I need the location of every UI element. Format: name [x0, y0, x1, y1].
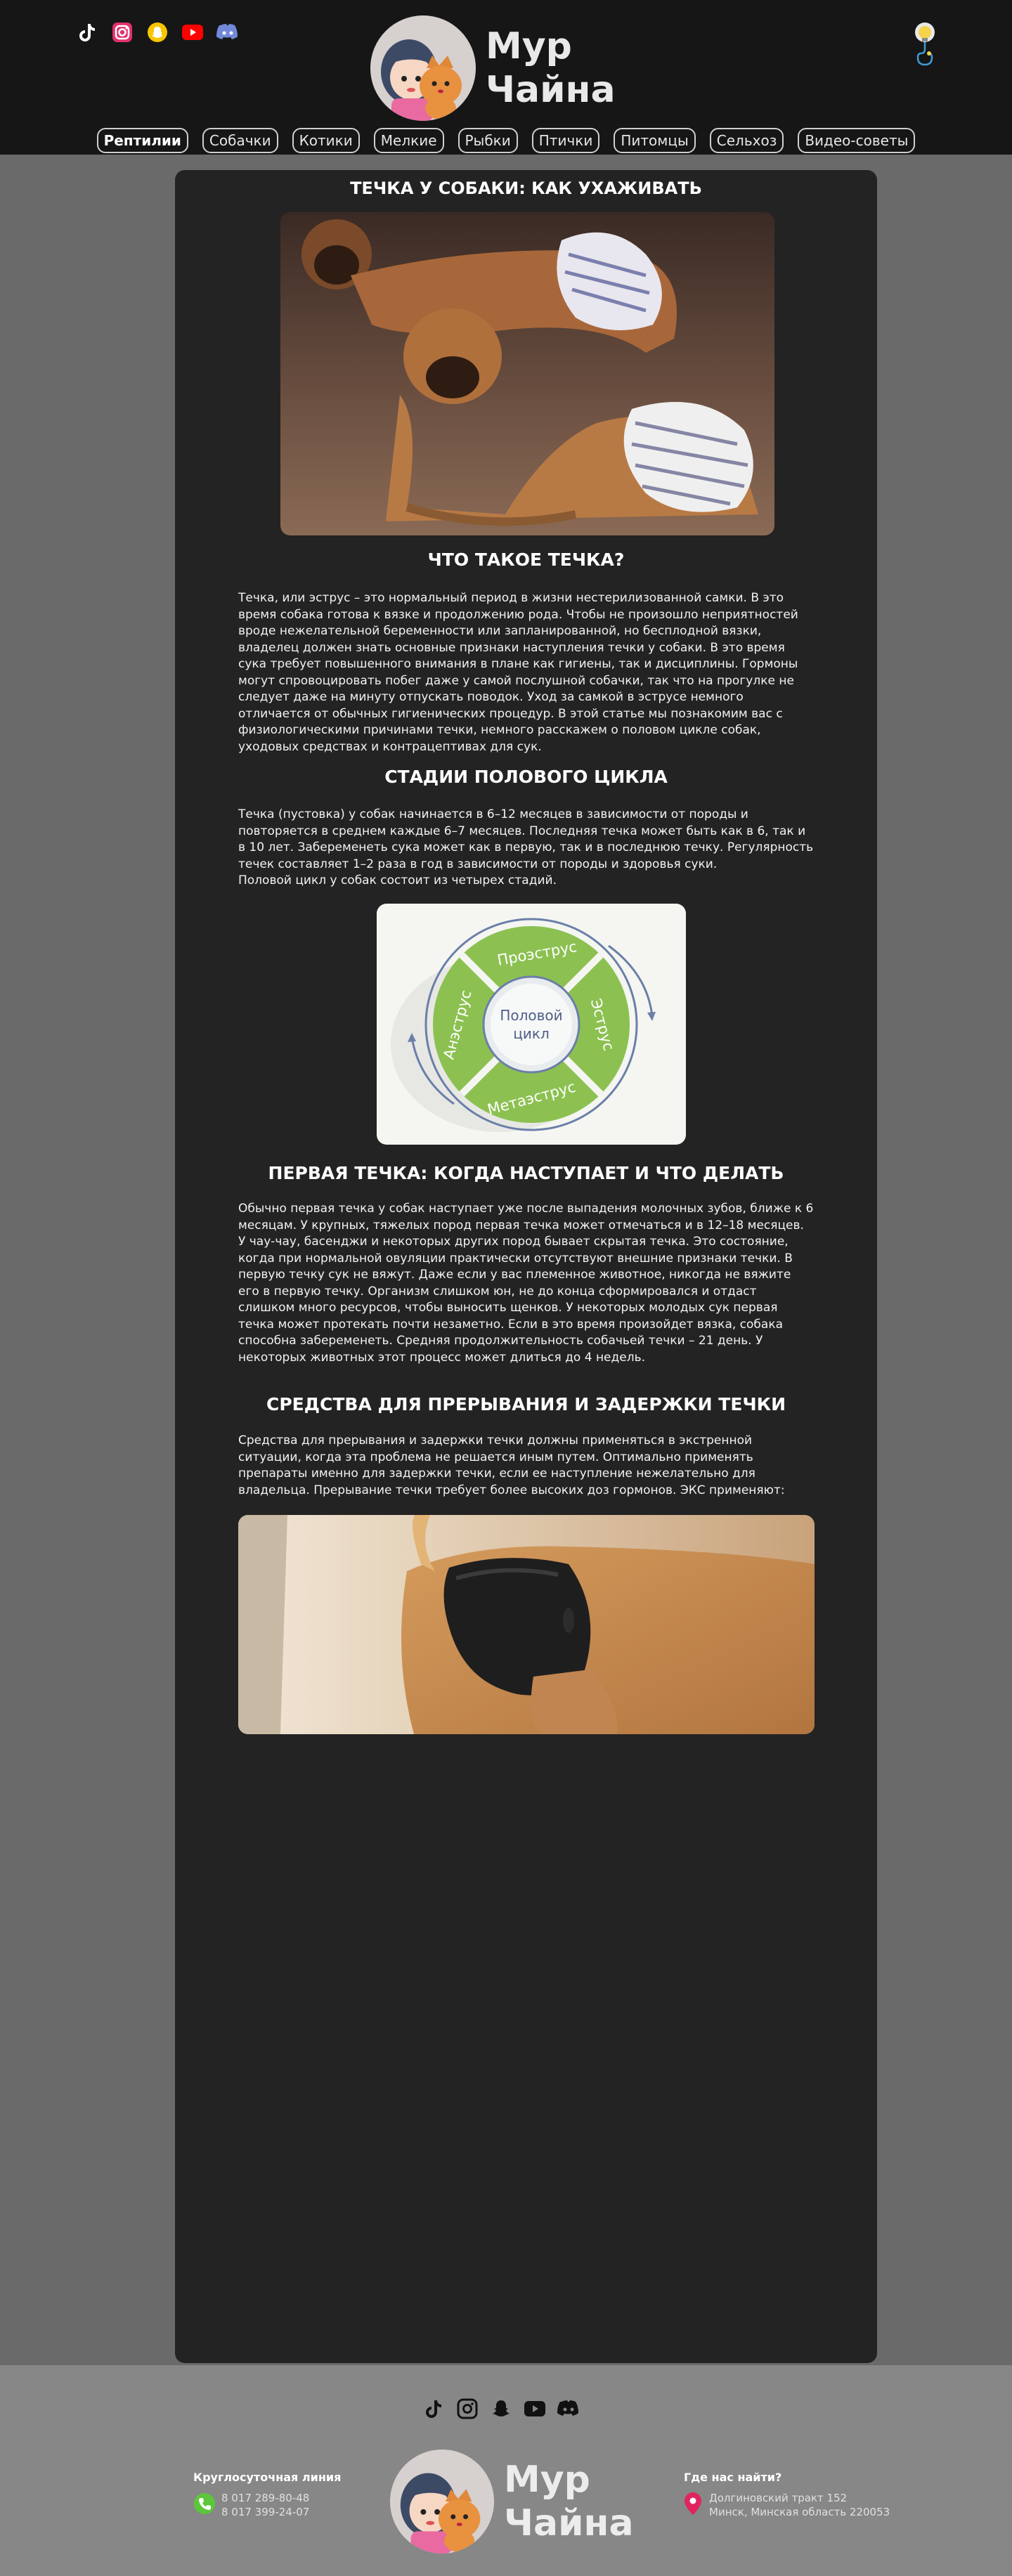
footer-social-links [422, 2398, 580, 2420]
nav-item-birds[interactable]: Птички [531, 128, 600, 153]
instagram-icon[interactable] [456, 2398, 479, 2420]
hero-dogs-image [280, 212, 774, 535]
cycle-center-line2: цикл [513, 1025, 549, 1042]
address-line-1: Долгиновский тракт 152 [709, 2492, 848, 2504]
nav-item-dogs[interactable]: Собачки [202, 128, 278, 153]
logo-line2: Чайна [486, 69, 616, 111]
address-label: Где нас найти? [684, 2471, 782, 2484]
hotline-label: Круглосуточная линия [193, 2471, 342, 2484]
section-text-cycle-stages-2: Половой цикл у собак состоит из четырех … [238, 873, 557, 887]
snapchat-icon[interactable] [146, 21, 169, 44]
article-card: ТЕЧКА У СОБАКИ: КАК УХАЖИВАТЬ ЧТО ТАКОЕ … [175, 170, 877, 2363]
tiktok-icon[interactable] [76, 21, 98, 44]
section-text-what-is: Течка, или эструс – это нормальный перио… [238, 591, 798, 754]
logo-wordmark: Мур Чайна [486, 25, 616, 112]
theme-toggle-button[interactable] [912, 21, 938, 70]
site-footer: Круглосуточная линия 8 017 289-80-48 8 0… [0, 2365, 1012, 2576]
snapchat-icon[interactable] [490, 2398, 512, 2420]
footer-logo-mascot-image [390, 2450, 494, 2554]
cycle-center-line1: Половой [500, 1007, 562, 1024]
section-text-remedies: Средства для прерывания и задержки течки… [238, 1433, 785, 1497]
youtube-icon[interactable] [524, 2398, 546, 2420]
footer-logo[interactable]: Мур Чайна [390, 2450, 634, 2554]
section-heading-remedies: СРЕДСТВА ДЛЯ ПРЕРЫВАНИЯ И ЗАДЕРЖКИ ТЕЧКИ [266, 1394, 786, 1414]
discord-icon[interactable] [216, 21, 239, 44]
footer-logo-line2: Чайна [504, 2502, 634, 2544]
map-pin-icon [684, 2492, 702, 2518]
nav-item-small-pets[interactable]: Мелкие [373, 128, 444, 153]
dog-pants-image [238, 1515, 815, 1734]
article-title: ТЕЧКА У СОБАКИ: КАК УХАЖИВАТЬ [350, 178, 702, 198]
footer-logo-line1: Мур [504, 2459, 590, 2501]
phone-1[interactable]: 8 017 289-80-48 [221, 2491, 309, 2505]
social-links [76, 21, 239, 44]
section-heading-first-heat: ПЕРВАЯ ТЕЧКА: КОГДА НАСТУПАЕТ И ЧТО ДЕЛА… [268, 1163, 784, 1183]
youtube-icon[interactable] [181, 21, 204, 44]
site-header: Мур Чайна Рептилии Собачки Котики Мелкие… [0, 0, 1012, 155]
lightbulb-icon [915, 22, 935, 66]
address-line-2: Минск, Минская область 220053 [709, 2506, 890, 2518]
nav-item-reptiles[interactable]: Рептилии [96, 128, 188, 153]
logo-line1: Мур [486, 25, 572, 67]
nav-item-farm[interactable]: Сельхоз [709, 128, 784, 153]
footer-hotline: Круглосуточная линия 8 017 289-80-48 8 0… [193, 2471, 341, 2519]
nav-item-video-tips[interactable]: Видео-советы [798, 128, 916, 153]
nav-item-fish[interactable]: Рыбки [458, 128, 518, 153]
discord-icon[interactable] [557, 2398, 580, 2420]
site-logo[interactable]: Мур Чайна [370, 15, 616, 121]
footer-address: Где нас найти? Долгиновский тракт 152 Ми… [684, 2471, 890, 2519]
section-heading-what-is: ЧТО ТАКОЕ ТЕЧКА? [427, 549, 625, 570]
instagram-icon[interactable] [111, 21, 134, 44]
phone-2[interactable]: 8 017 399-24-07 [221, 2505, 309, 2519]
main-nav: Рептилии Собачки Котики Мелкие Рыбки Пти… [0, 128, 1012, 153]
tiktok-icon[interactable] [422, 2398, 445, 2420]
section-heading-cycle-stages: СТАДИИ ПОЛОВОГО ЦИКЛА [384, 767, 668, 787]
section-text-first-heat: Обычно первая течка у собак наступает уж… [238, 1202, 814, 1365]
nav-item-cats[interactable]: Котики [292, 128, 360, 153]
section-text-cycle-stages: Течка (пустовка) у собак начинается в 6–… [238, 807, 814, 871]
nav-item-pets[interactable]: Питомцы [614, 128, 696, 153]
cycle-diagram: Половой цикл Проэструс Эструс Метаэструс… [377, 904, 686, 1145]
footer-logo-wordmark: Мур Чайна [504, 2458, 634, 2545]
logo-mascot-image [370, 15, 476, 121]
phone-icon [193, 2492, 216, 2518]
